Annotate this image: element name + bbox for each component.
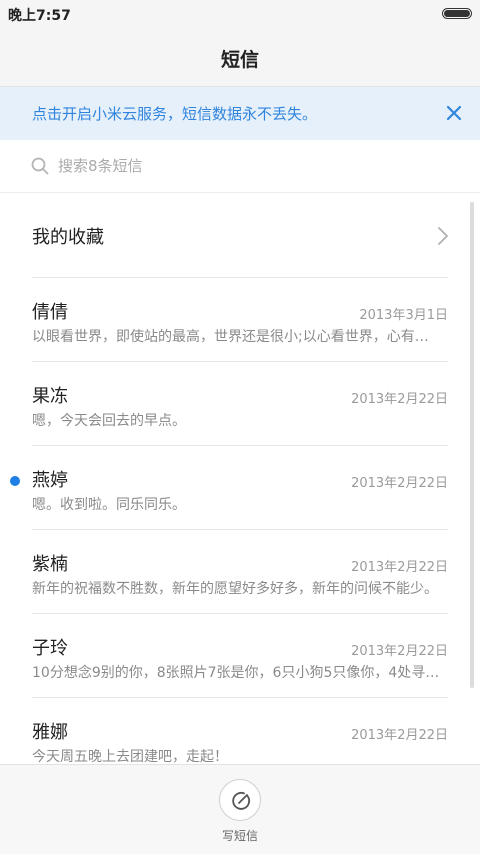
message-item[interactable]: 紫楠 2013年2月22日 新年的祝福数不胜数，新年的愿望好多好多，新年的问候不… xyxy=(0,530,470,614)
message-preview: 嗯，今天会回去的早点。 xyxy=(32,413,186,429)
compose-label: 写短信 xyxy=(221,829,258,843)
contact-name: 雅娜 xyxy=(32,722,68,743)
contact-name: 果冻 xyxy=(32,386,68,407)
message-item[interactable]: 燕婷 2013年2月22日 嗯。收到啦。同乐同乐。 xyxy=(0,446,470,530)
favorites-label: 我的收藏 xyxy=(32,227,104,248)
scrollbar[interactable] xyxy=(470,202,474,688)
search-icon xyxy=(31,157,49,175)
message-preview: 以眼看世界，即使站的最高，世界还是很小;以心看世界，心有多大，世界就有多大。 xyxy=(32,329,442,345)
cloud-service-banner[interactable]: 点击开启小米云服务，短信数据永不丢失。 xyxy=(0,87,480,140)
status-time: 晚上7:57 xyxy=(8,8,71,24)
message-preview: 嗯。收到啦。同乐同乐。 xyxy=(32,497,186,513)
compose-icon xyxy=(230,790,252,812)
message-date: 2013年2月22日 xyxy=(351,476,448,491)
message-item[interactable]: 果冻 2013年2月22日 嗯，今天会回去的早点。 xyxy=(0,362,470,446)
contact-name: 倩倩 xyxy=(32,302,68,323)
message-date: 2013年2月22日 xyxy=(351,392,448,407)
search-input[interactable] xyxy=(58,154,438,178)
page-title: 短信 xyxy=(220,49,259,71)
contact-name: 燕婷 xyxy=(32,470,68,491)
message-date: 2013年2月22日 xyxy=(351,644,448,659)
contact-name: 紫楠 xyxy=(32,554,68,575)
favorites-row[interactable]: 我的收藏 xyxy=(0,193,480,277)
app-header: 短信 xyxy=(0,28,480,87)
banner-text[interactable]: 点击开启小米云服务，短信数据永不丢失。 xyxy=(32,103,317,124)
status-bar: 晚上7:57 xyxy=(0,0,480,28)
chevron-right-icon xyxy=(436,225,450,247)
message-item[interactable]: 子玲 2013年2月22日 10分想念9别的你，8张照片7张是你，6只小狗5只像… xyxy=(0,614,470,698)
message-date: 2013年3月1日 xyxy=(359,308,448,323)
message-date: 2013年2月22日 xyxy=(351,560,448,575)
compose-button[interactable] xyxy=(219,779,261,821)
close-icon[interactable] xyxy=(442,101,466,125)
message-item[interactable]: 倩倩 2013年3月1日 以眼看世界，即使站的最高，世界还是很小;以心看世界，心… xyxy=(0,278,470,362)
bottom-bar: 写短信 xyxy=(0,764,480,854)
contact-name: 子玲 xyxy=(32,638,68,659)
message-preview: 10分想念9别的你，8张照片7张是你，6只小狗5只像你，4处寻找。 xyxy=(32,665,442,681)
message-preview: 今天周五晚上去团建吧，走起！ xyxy=(32,749,228,765)
battery-icon xyxy=(442,8,472,19)
unread-dot-icon xyxy=(10,476,20,486)
search-bar xyxy=(0,140,480,193)
message-preview: 新年的祝福数不胜数，新年的愿望好多好多，新年的问候不能少。 xyxy=(32,581,438,597)
message-date: 2013年2月22日 xyxy=(351,728,448,743)
